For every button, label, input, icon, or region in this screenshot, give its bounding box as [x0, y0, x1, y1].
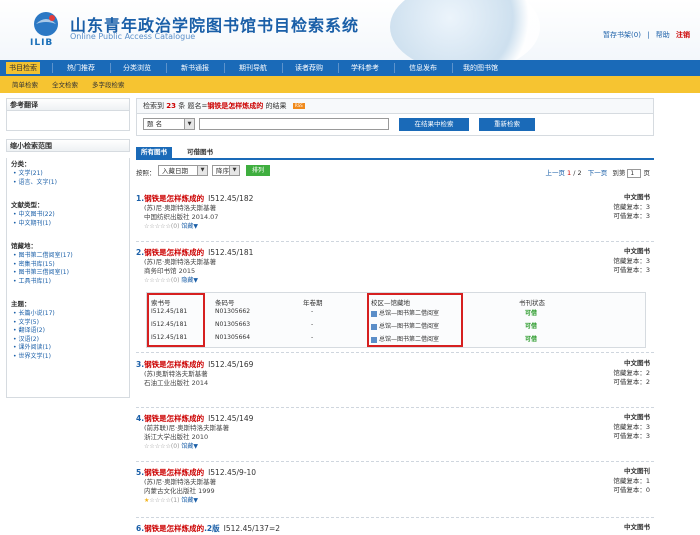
list-item: 4.钢铁是怎样炼成的 I512.45/149 (前苏联)尼·奥斯特洛夫斯基著 浙江…: [136, 413, 654, 453]
logout-link[interactable]: 注销: [676, 31, 690, 39]
rating-stars: ★☆☆☆☆(1) 馆藏▼: [144, 497, 198, 504]
record-list: 1.钢铁是怎样炼成的 I512.45/182 (苏)尼·奥斯特洛夫斯基著 中国纺织…: [136, 0, 654, 535]
record-title-link[interactable]: 钢铁是怎样炼成的: [144, 468, 204, 477]
sidebar: 参考翻译 缩小检索范围 分类： • 文学(21) • 语言、文字(1) 文献类型…: [6, 98, 130, 398]
hide-holdings-link[interactable]: 隐藏: [181, 277, 193, 284]
facet-title-class: 分类：: [11, 160, 31, 168]
record-title-link[interactable]: 钢铁是怎样炼成的: [144, 414, 204, 423]
facet-title-location: 馆藏地：: [11, 242, 37, 250]
logo-text: ILIB: [30, 38, 54, 48]
highlight-callno: [147, 293, 205, 347]
nav-separator: [52, 63, 53, 73]
nav-item-hot[interactable]: 热门推荐: [64, 62, 98, 74]
subnav-simple[interactable]: 简单检索: [12, 79, 38, 89]
facet-link[interactable]: • 长篇小说(17): [13, 310, 129, 319]
rating-stars: ☆☆☆☆☆(0) 馆藏▼: [144, 443, 198, 450]
nav-separator: [110, 63, 111, 73]
table-cell: N01305662: [215, 308, 251, 315]
table-cell: -: [311, 321, 314, 328]
highlight-location: [367, 293, 463, 347]
narrow-box: 分类： • 文学(21) • 语言、文字(1) 文献类型： • 中文图书(22)…: [6, 158, 130, 398]
list-item: 2.钢铁是怎样炼成的 I512.45/181 (苏)尼·奥斯特洛夫斯基著 商务印书…: [136, 247, 654, 287]
status-badge: 可借: [525, 310, 538, 317]
status-badge: 可借: [525, 336, 538, 343]
facet-link[interactable]: • 文学(21): [13, 170, 129, 179]
help-link[interactable]: 帮助: [656, 31, 670, 39]
rating-stars: ☆☆☆☆☆(0) 馆藏▼: [144, 223, 198, 230]
facet-link[interactable]: • 文学(5): [13, 319, 129, 328]
facet-link[interactable]: • 语言、文字(1): [13, 179, 129, 188]
record-title-link[interactable]: 钢铁是怎样炼成的: [144, 524, 204, 533]
facet-link[interactable]: • 汉语(2): [13, 336, 129, 345]
list-item: 5.钢铁是怎样炼成的 I512.45/9-10 (苏)尼·奥斯特洛夫斯基著 内蒙古…: [136, 467, 654, 507]
ref-translate-header: 参考翻译: [6, 98, 130, 111]
subnav-multifield[interactable]: 多字段检索: [92, 79, 125, 89]
record-title-link[interactable]: 钢铁是怎样炼成的: [144, 360, 204, 369]
table-cell: N01305663: [215, 321, 251, 328]
facet-link[interactable]: • 中文期刊(1): [13, 220, 129, 229]
facet-link[interactable]: • 图书第三借阅室(1): [13, 269, 129, 278]
facet-link[interactable]: • 翻译语(2): [13, 327, 129, 336]
facet-link[interactable]: • 世界文学(1): [13, 353, 129, 362]
nav-item-search[interactable]: 书目检索: [6, 62, 40, 74]
facet-link[interactable]: • 中文图书(22): [13, 211, 129, 220]
record-title-link[interactable]: 钢铁是怎样炼成的: [144, 248, 204, 257]
holdings-table: 索书号 条码号 年卷期 校区—馆藏地 书刊状态 I512.45/181 N013…: [146, 292, 646, 348]
facet-link[interactable]: • 工具书库(1): [13, 278, 129, 287]
facet-link[interactable]: • 密集书库(15): [13, 261, 129, 270]
subnav-fulltext[interactable]: 全文检索: [52, 79, 78, 89]
expand-holdings-link[interactable]: 馆藏: [181, 223, 193, 230]
facet-link[interactable]: • 课外阅读(1): [13, 344, 129, 353]
table-cell: N01305664: [215, 334, 251, 341]
narrow-header: 缩小检索范围: [6, 139, 130, 152]
status-badge: 可借: [525, 323, 538, 330]
ref-translate-box: [6, 111, 130, 131]
facet-title-type: 文献类型：: [11, 201, 44, 209]
record-title-link[interactable]: 钢铁是怎样炼成的: [144, 194, 204, 203]
facet-title-subject: 主题：: [11, 300, 31, 308]
list-item: 1.钢铁是怎样炼成的 I512.45/182 (苏)尼·奥斯特洛夫斯基著 中国纺织…: [136, 193, 654, 233]
table-cell: -: [311, 308, 314, 315]
rating-stars: ☆☆☆☆☆(0) 隐藏▼: [144, 277, 198, 284]
list-item: 6.钢铁是怎样炼成的.2版 I512.45/137=2 中文图书: [136, 523, 650, 533]
expand-holdings-link[interactable]: 馆藏: [181, 497, 193, 504]
expand-holdings-link[interactable]: 馆藏: [181, 443, 193, 450]
list-item: 3.钢铁是怎样炼成的 I512.45/169 (苏)奥斯特洛夫斯基著 石油工业出版…: [136, 359, 650, 387]
facet-link[interactable]: • 图书第二借阅室(17): [13, 252, 129, 261]
table-cell: -: [311, 334, 314, 341]
